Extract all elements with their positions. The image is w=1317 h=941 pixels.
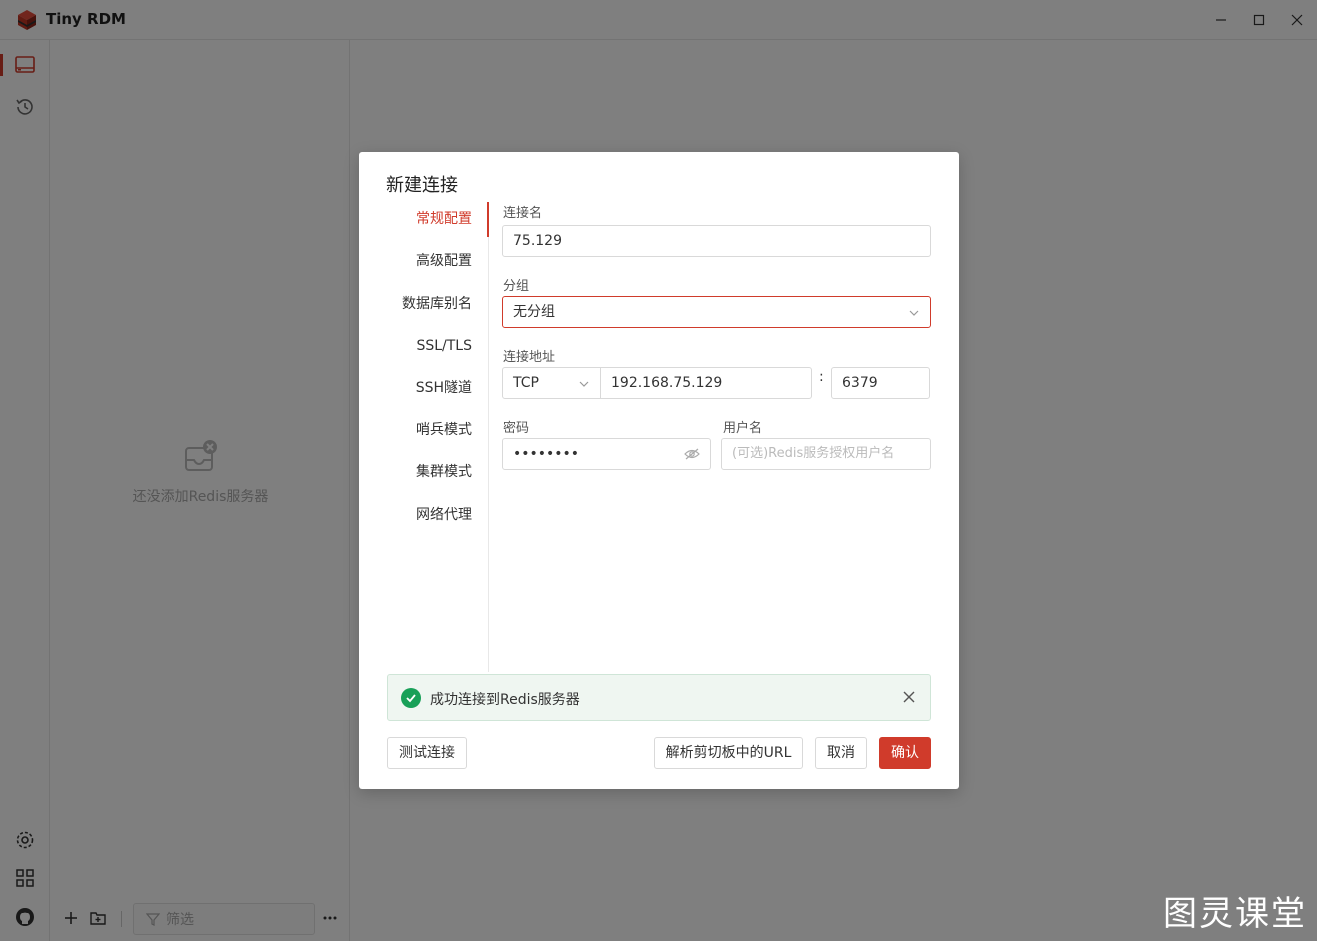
- tab-sentinel[interactable]: 哨兵模式: [416, 413, 472, 447]
- new-connection-dialog: 新建连接 常规配置 高级配置 数据库别名 SSL/TLS SSH隧道 哨兵模式 …: [359, 152, 959, 789]
- tab-label: SSL/TLS: [416, 338, 472, 354]
- host-input[interactable]: 192.168.75.129: [600, 367, 812, 399]
- chevron-down-icon: [579, 381, 589, 387]
- port-separator: :: [819, 369, 824, 385]
- eye-off-icon[interactable]: [684, 447, 700, 461]
- group-select-value: 无分组: [513, 304, 555, 320]
- password-value: ••••••••: [513, 446, 580, 462]
- tab-label: 哨兵模式: [416, 422, 472, 438]
- alert-message: 成功连接到Redis服务器: [430, 692, 580, 708]
- password-label: 密码: [503, 421, 530, 436]
- tab-advanced[interactable]: 高级配置: [416, 244, 472, 278]
- username-label: 用户名: [723, 421, 763, 436]
- tab-db-alias[interactable]: 数据库别名: [402, 287, 472, 321]
- check-circle-icon: [401, 688, 421, 708]
- connection-name-input[interactable]: 75.129: [502, 225, 931, 257]
- watermark-text: 图灵课堂: [1163, 894, 1307, 934]
- tab-label: 数据库别名: [402, 296, 472, 312]
- tab-label: 常规配置: [416, 211, 472, 227]
- protocol-select[interactable]: TCP: [502, 367, 601, 399]
- cancel-button[interactable]: 取消: [815, 737, 867, 769]
- active-tab-indicator: [487, 202, 489, 237]
- tab-label: SSH隧道: [415, 380, 472, 396]
- tab-ssh[interactable]: SSH隧道: [416, 371, 472, 405]
- chevron-down-icon: [909, 310, 919, 316]
- tab-proxy[interactable]: 网络代理: [416, 498, 472, 532]
- tab-general[interactable]: 常规配置: [416, 202, 472, 236]
- port-input[interactable]: 6379: [831, 367, 930, 399]
- group-select[interactable]: 无分组: [502, 296, 931, 328]
- tab-ssl[interactable]: SSL/TLS: [416, 329, 472, 363]
- group-label: 分组: [503, 279, 530, 294]
- username-input[interactable]: (可选)Redis服务授权用户名: [721, 438, 931, 470]
- confirm-button[interactable]: 确认: [879, 737, 931, 769]
- parse-url-button[interactable]: 解析剪切板中的URL: [654, 737, 803, 769]
- dialog-title: 新建连接: [386, 175, 458, 196]
- protocol-value: TCP: [513, 375, 539, 391]
- close-alert-icon[interactable]: [900, 688, 918, 706]
- settings-tabs: 常规配置 高级配置 数据库别名 SSL/TLS SSH隧道 哨兵模式 集群模式 …: [359, 202, 489, 672]
- tab-label: 高级配置: [416, 253, 472, 269]
- address-label: 连接地址: [503, 350, 556, 365]
- tab-label: 网络代理: [416, 507, 472, 523]
- name-label: 连接名: [503, 206, 543, 221]
- test-connection-button[interactable]: 测试连接: [387, 737, 467, 769]
- tab-cluster[interactable]: 集群模式: [416, 455, 472, 489]
- tab-label: 集群模式: [416, 464, 472, 480]
- password-input[interactable]: ••••••••: [502, 438, 711, 470]
- success-alert: 成功连接到Redis服务器: [387, 674, 931, 721]
